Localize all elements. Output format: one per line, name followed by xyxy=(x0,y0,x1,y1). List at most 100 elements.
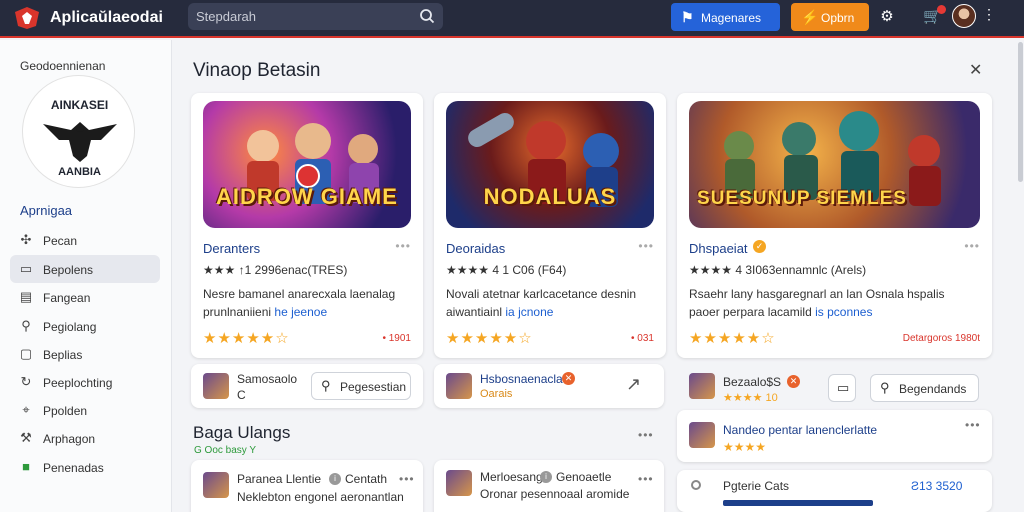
section-subtitle: G Ooc basy Y xyxy=(194,445,257,456)
item-title: Pgterie Cats xyxy=(723,479,790,493)
message-icon: ▭ xyxy=(837,380,850,395)
sidebar-item-bepolens[interactable]: ▭ Bepolens xyxy=(10,255,160,283)
sidebar-item-label: Beplias xyxy=(43,348,83,362)
info-icon: i xyxy=(540,471,552,483)
post-card[interactable]: Merloesang i Genoaetle ••• Oronar pesenn… xyxy=(434,460,664,512)
item-preview-bar xyxy=(723,500,873,506)
sidebar-item-beplias[interactable]: ▢ Beplias xyxy=(10,340,160,368)
creator-sub: Oarais xyxy=(480,388,513,400)
info-icon: i xyxy=(329,473,341,485)
creator-row[interactable]: Samosaolo C ⚲ Pegesestian xyxy=(191,364,423,408)
item-avatar xyxy=(689,422,715,448)
creator-row[interactable]: Hsbosnaenaclao ✕ Oarais ↗ xyxy=(434,364,664,408)
post-menu-icon[interactable]: ••• xyxy=(638,472,654,486)
app-logo-icon[interactable] xyxy=(14,6,40,30)
creator-rating: ★★★★ 10 xyxy=(723,392,778,404)
post-title: Paranea Llentie xyxy=(237,472,322,486)
follow-button[interactable]: ⚲ Begendands xyxy=(870,374,979,402)
desc-link[interactable]: he jeenoe xyxy=(274,305,327,319)
notification-badge xyxy=(937,5,946,14)
bolt-icon: ⚡ xyxy=(801,9,819,25)
post-avatar xyxy=(446,470,472,496)
game-name[interactable]: Deoraidas xyxy=(446,241,505,256)
wrench-icon: ⚒ xyxy=(20,430,32,445)
radio-icon[interactable] xyxy=(691,480,701,490)
sidebar-item-label: Penenadas xyxy=(43,461,104,475)
guild-logo-bottom-text: AANBIA xyxy=(58,166,101,178)
game-name[interactable]: Deranters xyxy=(203,241,260,256)
sidebar-item-label: Peeplochting xyxy=(43,376,113,390)
review-count: Detargoros 1980t xyxy=(902,333,980,344)
creator-row[interactable]: Bezaalo$S ✕ ★★★★ 10 ▭ ⚲ Begendands xyxy=(677,369,992,405)
game-name[interactable]: Dhspaeiat xyxy=(689,241,748,256)
item-rating: ★★★★ xyxy=(723,440,767,454)
user-avatar[interactable] xyxy=(952,4,976,28)
sidebar-section-title: Aprnigaa xyxy=(20,203,73,218)
game-description-2: prunlnaniieni he jeenoe xyxy=(203,305,328,319)
game-meta: ★★★★ 4 3I063ennamnlc (Arels) xyxy=(689,263,867,277)
creator-avatar xyxy=(446,373,472,399)
creator-avatar xyxy=(203,373,229,399)
game-card[interactable]: SUESUNUP SIEMLES Dhspaeiat ✓ ••• ★★★★ 4 … xyxy=(677,93,992,358)
sidebar-item-peeplochting[interactable]: ↻ Peeplochting xyxy=(10,368,160,396)
search-bar[interactable]: Stepdarah xyxy=(188,3,443,30)
section-menu-icon[interactable]: ••• xyxy=(638,428,654,442)
guild-logo[interactable]: AINKASEI AANBIA xyxy=(22,75,135,188)
sidebar: Geodoennienan AINKASEI AANBIA Aprnigaa ✣… xyxy=(0,40,172,512)
more-menu-icon[interactable]: ⋮ xyxy=(982,6,996,23)
sidebar-item-ppolden[interactable]: ⌖ Ppolden xyxy=(10,396,160,424)
settings-icon[interactable]: ⚙ xyxy=(878,8,896,26)
close-icon[interactable]: ✕ xyxy=(969,60,982,80)
open-button[interactable]: ⚡ Opbrn xyxy=(791,3,869,31)
card-menu-icon[interactable]: ••• xyxy=(964,239,980,253)
sidebar-item-pecan[interactable]: ✣ Pecan xyxy=(10,226,160,254)
creator-name: Hsbosnaenaclao xyxy=(480,372,570,386)
share-icon[interactable]: ↗ xyxy=(626,374,641,395)
open-button-label: Opbrn xyxy=(821,11,855,25)
sidebar-item-pegiolang[interactable]: ⚲ Pegiolang xyxy=(10,312,160,340)
game-card[interactable]: AIDROW GIAME Deranters ••• ★★★ ↑1 2996en… xyxy=(191,93,423,358)
game-description: Rsaehr lany hasgaregnarl an lan Osnala h… xyxy=(689,287,945,301)
app-title: Aplicaŭlaeodai xyxy=(50,9,163,26)
sidebar-item-label: Ppolden xyxy=(43,404,88,418)
game-description-2: paoer perpara lacamild is pconnes xyxy=(689,305,873,319)
list-item[interactable]: Pgterie Cats Ƨ13 3520 xyxy=(677,470,992,512)
item-value: Ƨ13 3520 xyxy=(911,479,963,493)
post-text: Oronar pesennoaal aromide xyxy=(480,487,630,501)
post-card[interactable]: Paranea Llentie i Centath ••• Neklebton … xyxy=(191,460,423,512)
box-icon: ▢ xyxy=(19,346,33,361)
game-meta: ★★★★ 4 1 C06 (F64) xyxy=(446,263,567,277)
manage-button[interactable]: ⚑ Magenares xyxy=(671,3,780,31)
game-title-art: AIDROW GIAME xyxy=(216,184,398,209)
card-menu-icon[interactable]: ••• xyxy=(638,239,654,253)
sidebar-item-label: Pecan xyxy=(43,234,78,248)
top-bar: Aplicaŭlaeodai Stepdarah ⚑ Magenares ⚡ O… xyxy=(0,0,1024,38)
search-icon[interactable] xyxy=(419,8,435,24)
item-menu-icon[interactable]: ••• xyxy=(965,418,981,432)
sidebar-item-label: Fangean xyxy=(43,291,91,305)
sidebar-item-label: Bepolens xyxy=(43,263,94,277)
register-button[interactable]: ⚲ Pegesestian xyxy=(311,372,411,400)
sidebar-item-label: Arphagon xyxy=(43,432,96,446)
game-card[interactable]: NODALUAS Deoraidas ••• ★★★★ 4 1 C06 (F64… xyxy=(434,93,666,358)
post-text: Neklebton engonel aeronantlan xyxy=(237,490,404,504)
sidebar-item-arphagon[interactable]: ⚒ Arphagon xyxy=(10,424,160,452)
search-placeholder: Stepdarah xyxy=(196,9,256,24)
list-item[interactable]: Nandeo pentar lanenclerlatte ★★★★ ••• xyxy=(677,410,992,462)
post-menu-icon[interactable]: ••• xyxy=(399,472,415,486)
scrollbar[interactable] xyxy=(1018,42,1023,182)
desc-link[interactable]: ia jcnone xyxy=(505,305,553,319)
page-title: Vinaop Betasin xyxy=(193,60,321,81)
creator-name: Samosaolo xyxy=(237,372,298,386)
message-button[interactable]: ▭ xyxy=(828,374,856,402)
card-menu-icon[interactable]: ••• xyxy=(395,239,411,253)
game-art-image: NODALUAS xyxy=(446,101,654,228)
sidebar-item-penenadas[interactable]: ■ Penenadas xyxy=(10,453,160,481)
star-rating: ★★★★★☆ xyxy=(689,330,776,347)
creator-sub: C xyxy=(237,388,246,402)
sidebar-item-fangean[interactable]: ▤ Fangean xyxy=(10,283,160,311)
badge-icon: ✕ xyxy=(787,375,800,388)
section-title: Baga Ulangs xyxy=(193,423,291,442)
guild-logo-top-text: AINKASEI xyxy=(50,98,109,112)
desc-link[interactable]: is pconnes xyxy=(815,305,872,319)
